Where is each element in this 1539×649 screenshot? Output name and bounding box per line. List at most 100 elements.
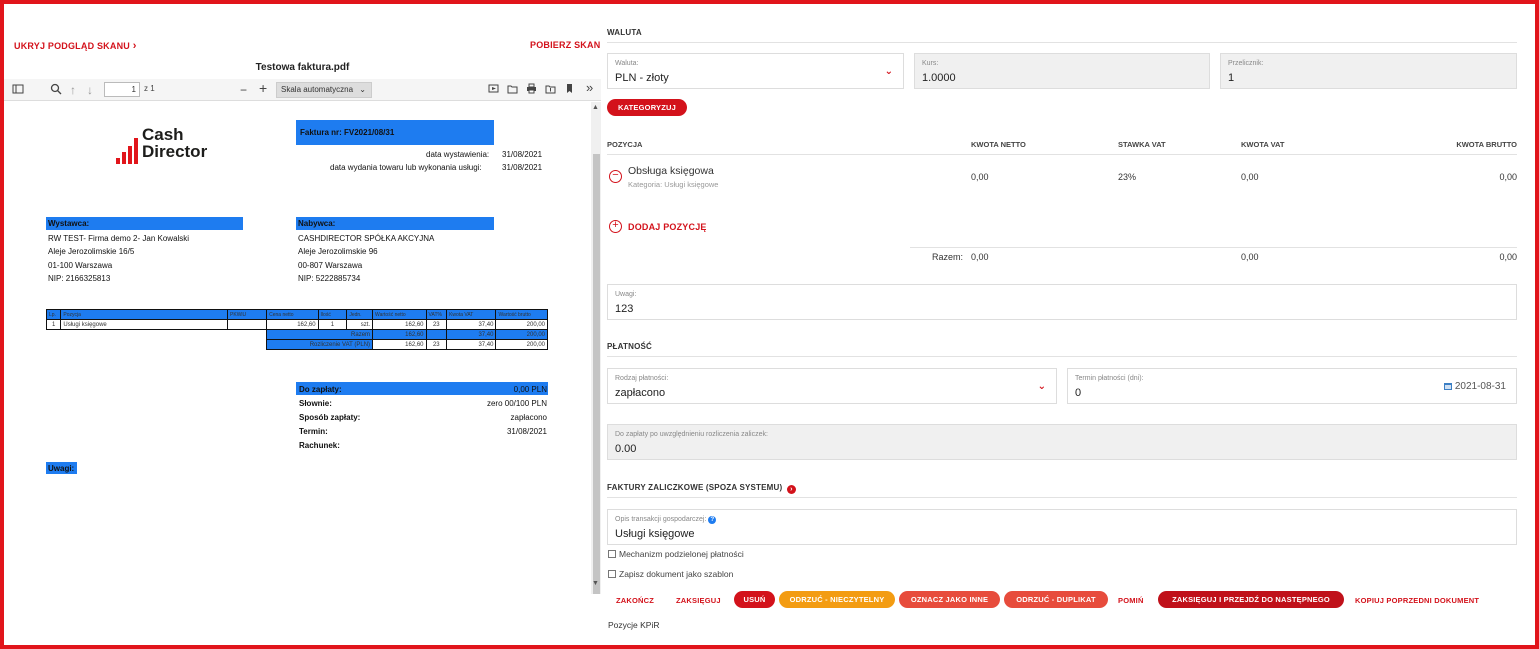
item-vat-rate: 23% (1118, 172, 1137, 182)
mark-other-button[interactable]: OZNACZ JAKO INNE (899, 591, 1000, 608)
split-payment-checkbox[interactable] (608, 550, 616, 558)
col-vat-rate: STAWKA VAT (1118, 140, 1166, 149)
table-header-cell: Lp. (45, 309, 62, 320)
table-cell: 23 (425, 339, 448, 350)
hide-scan-link[interactable]: UKRYJ PODGLĄD SKANU › (14, 40, 137, 52)
seller-line: NIP: 2166325813 (48, 274, 111, 283)
delete-button[interactable]: USUŃ (734, 591, 775, 608)
reject-illegible-button[interactable]: ODRZUĆ - NIECZYTELNY (779, 591, 895, 608)
save-template-checkbox[interactable] (608, 570, 616, 578)
copy-previous-button[interactable]: KOPIUJ POPRZEDNI DOKUMENT (1355, 596, 1479, 605)
col-vat: KWOTA VAT (1241, 140, 1285, 149)
help-icon[interactable]: ? (708, 516, 717, 524)
col-position: POZYCJA (607, 140, 643, 149)
method-label: Sposób zapłaty: (299, 413, 361, 422)
pdf-viewport[interactable]: Cash Director Faktura nr: FV2021/08/31 d… (4, 102, 601, 594)
scroll-down-icon[interactable]: ▼ (592, 580, 599, 587)
table-cell: 23 (425, 329, 448, 340)
post-and-next-button[interactable]: ZAKSIĘGUJ I PRZEJDŹ DO NASTĘPNEGO (1158, 591, 1344, 608)
pdf-scrollbar-thumb[interactable] (593, 154, 600, 594)
zoom-out-icon[interactable]: − (240, 83, 247, 97)
payment-date: 2021-08-31 (1454, 381, 1506, 392)
table-header-cell: Ilość (317, 309, 348, 320)
payment-date-display[interactable]: 2021-08-31 (1443, 381, 1506, 392)
add-position-icon[interactable]: + (609, 220, 622, 233)
table-summary-row: Rozliczenie VAT (PLN) 162,60 23 37,40 20… (47, 339, 548, 350)
table-cell: 37,40 (446, 319, 497, 330)
arrow-up-icon[interactable]: ↑ (70, 83, 76, 97)
chevron-down-icon: ⌄ (884, 66, 893, 77)
pdf-page: Cash Director Faktura nr: FV2021/08/31 d… (4, 102, 579, 594)
categorize-button[interactable]: KATEGORYZUJ (607, 99, 687, 116)
table-cell: 200,00 (495, 329, 548, 340)
bookmark-icon[interactable] (565, 83, 574, 97)
table-header-cell: Wartość brutto (495, 309, 548, 320)
advance-invoices-title[interactable]: FAKTURY ZALICZKOWE (SPOZA SYSTEMU) › (607, 483, 796, 494)
print-icon[interactable] (526, 83, 537, 97)
item-category: Kategoria: Usługi księgowe (628, 180, 719, 189)
table-cell: Usługi księgowe (60, 319, 229, 330)
table-header-cell: Wartość netto (372, 309, 427, 320)
total-label: Razem: (932, 252, 964, 262)
rate-value: 1.0000 (922, 72, 956, 84)
download-scan-link[interactable]: POBIERZ SKAN (530, 40, 600, 50)
more-tools-icon[interactable]: » (586, 81, 593, 95)
table-cell: 37,40 (446, 329, 497, 340)
save-icon[interactable] (545, 83, 556, 97)
table-cell: 37,40 (446, 339, 497, 350)
table-cell: 1 (45, 319, 62, 330)
table-summary-row: Razem 162,60 23 37,40 200,00 (47, 329, 548, 340)
table-cell (227, 319, 268, 330)
payment-type-label: Rodzaj płatności: (615, 375, 669, 382)
add-position-button[interactable]: DODAJ POZYCJĘ (628, 222, 707, 232)
seller-line: RW TEST- Firma demo 2- Jan Kowalski (48, 234, 190, 243)
item-gross: 0,00 (1499, 172, 1517, 182)
arrow-right-circle-icon[interactable]: › (786, 485, 796, 494)
table-cell: 162,60 (372, 329, 427, 340)
remove-position-icon[interactable]: − (609, 170, 622, 183)
split-payment-label: Mechanizm podzielonej płatności (619, 549, 744, 559)
post-button[interactable]: ZAKSIĘGUJ (676, 596, 721, 605)
skip-button[interactable]: POMIŃ (1118, 596, 1144, 605)
divider (607, 497, 1517, 498)
buyer-label: Nabywca: (298, 219, 336, 228)
chevron-down-icon: ⌄ (1037, 381, 1046, 392)
reject-duplicate-button[interactable]: ODRZUĆ - DUPLIKAT (1004, 591, 1108, 608)
search-icon[interactable] (50, 83, 62, 98)
zoom-in-icon[interactable]: + (259, 81, 267, 95)
payment-type-value: zapłacono (615, 387, 666, 399)
chevron-down-icon: ⌄ (359, 85, 366, 94)
total-vat: 0,00 (1241, 252, 1259, 262)
file-name: Testowa faktura.pdf (255, 62, 350, 73)
total-gross: 0,00 (1499, 252, 1517, 262)
payment-term-field[interactable]: Termin płatności (dni): 0 2021-08-31 (1067, 368, 1517, 404)
converter-label: Przelicznik: (1228, 60, 1264, 67)
finish-button[interactable]: ZAKOŃCZ (616, 596, 654, 605)
table-header-cell: Cena netto (266, 309, 319, 320)
invoice-items-table: Lp. Pozycja PKWiU Cena netto Ilość Jedn.… (45, 309, 548, 350)
presentation-icon[interactable] (488, 83, 499, 97)
zoom-select[interactable]: Skala automatyczna ⌄ (276, 82, 372, 98)
currency-select[interactable]: Waluta: PLN - złoty ⌄ (607, 53, 904, 89)
currency-section-title: WALUTA (607, 28, 642, 37)
item-net: 0,00 (971, 172, 989, 182)
notes-field[interactable]: Uwagi: 123 (607, 284, 1517, 320)
buyer-line: NIP: 5222885734 (298, 274, 361, 283)
item-name: Obsługa księgowa (628, 165, 714, 177)
cash-director-logo: Cash Director (116, 126, 236, 164)
page-count: z 1 (144, 84, 155, 93)
arrow-down-icon[interactable]: ↓ (87, 83, 93, 97)
payment-type-select[interactable]: Rodzaj płatności: zapłacono ⌄ (607, 368, 1057, 404)
page-number-input[interactable]: 1 (104, 82, 140, 97)
description-label: Opis transakcji gospodarczej: ? (615, 516, 717, 524)
col-net: KWOTA NETTO (971, 140, 1026, 149)
divider (607, 154, 1517, 155)
chevron-right-icon: › (132, 40, 137, 52)
open-file-icon[interactable] (507, 83, 518, 97)
scroll-up-icon[interactable]: ▲ (592, 104, 599, 111)
issue-date-label: data wystawienia: (426, 150, 490, 159)
description-field[interactable]: Opis transakcji gospodarczej: ? Usługi k… (607, 509, 1517, 545)
sidebar-toggle-icon[interactable] (12, 83, 24, 98)
calendar-icon (1443, 383, 1452, 390)
buyer-line: 00-807 Warszawa (298, 261, 363, 270)
